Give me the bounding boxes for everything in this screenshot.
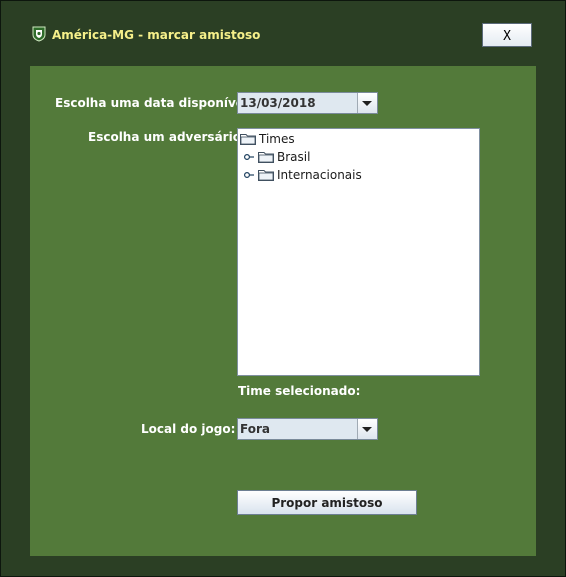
chevron-down-icon[interactable] [357, 93, 377, 113]
close-button[interactable]: X [482, 23, 532, 47]
chevron-down-icon[interactable] [357, 419, 377, 439]
window-title: América-MG - marcar amistoso [52, 28, 261, 42]
venue-select-value: Fora [238, 419, 357, 439]
opponent-label: Escolha um adversário: [88, 130, 246, 144]
propose-friendly-button[interactable]: Propor amistoso [237, 490, 417, 515]
folder-icon [258, 170, 274, 181]
date-select-value: 13/03/2018 [238, 93, 357, 113]
folder-icon [258, 152, 274, 163]
teams-tree[interactable]: Times Brasil Internacionais [237, 128, 480, 376]
tree-node-label: Internacionais [277, 168, 362, 182]
tree-node-internacionais[interactable]: Internacionais [258, 167, 362, 183]
tree-node-label: Brasil [277, 150, 311, 164]
expand-handle-icon[interactable] [244, 171, 255, 179]
expand-handle-icon[interactable] [244, 153, 255, 161]
selected-team-label: Time selecionado: [238, 384, 361, 398]
venue-label: Local do jogo: [141, 422, 236, 436]
tree-node-label: Times [259, 132, 295, 146]
club-shield-icon [32, 26, 46, 42]
date-label: Escolha uma data disponível: [55, 96, 253, 110]
venue-select[interactable]: Fora [237, 418, 378, 440]
tree-node-root[interactable]: Times [240, 131, 295, 147]
tree-node-brasil[interactable]: Brasil [258, 149, 310, 165]
dialog-window: América-MG - marcar amistoso X Escolha u… [0, 0, 566, 577]
date-select[interactable]: 13/03/2018 [237, 92, 378, 114]
folder-icon [240, 134, 256, 145]
